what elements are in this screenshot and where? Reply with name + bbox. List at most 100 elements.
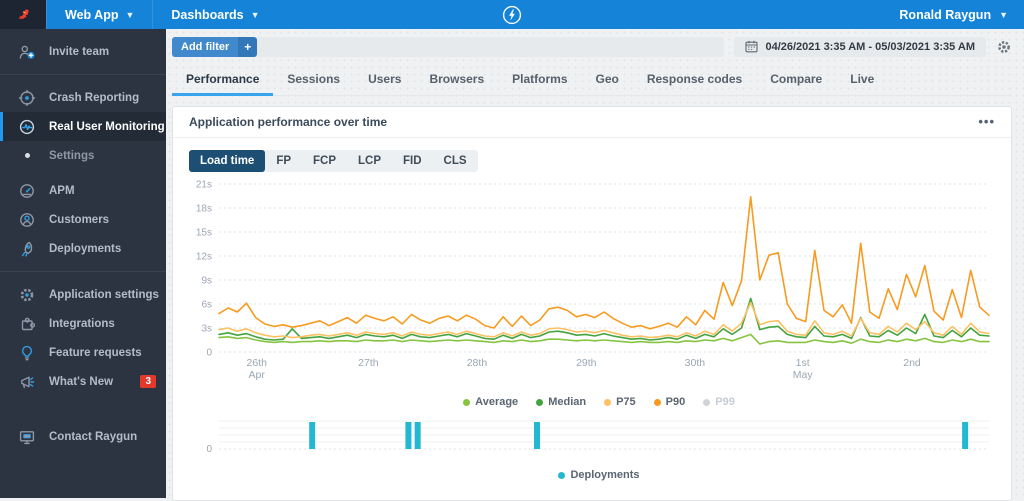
svg-text:30th: 30th xyxy=(685,357,706,369)
sidebar-item-application-settings[interactable]: Application settings xyxy=(0,280,166,309)
crash-reporting-icon xyxy=(18,89,36,107)
sidebar-item-label: Deployments xyxy=(49,243,121,255)
svg-text:2nd: 2nd xyxy=(903,357,921,369)
average-dot xyxy=(463,399,470,406)
median-dot xyxy=(536,399,543,406)
whats-new-badge: 3 xyxy=(140,375,156,388)
svg-text:12s: 12s xyxy=(196,252,212,263)
chart-legend: Average Median P75 P90 P99 xyxy=(187,393,1011,411)
svg-text:21s: 21s xyxy=(196,180,212,191)
main-content: Add filter + 04/26/2021 3:35 AM - 05/03/… xyxy=(166,29,1024,498)
app-switcher[interactable]: Web App ▼ xyxy=(46,0,152,29)
svg-text:6s: 6s xyxy=(201,300,212,311)
contact-icon xyxy=(18,428,36,446)
sidebar-item-label: Invite team xyxy=(49,46,109,58)
legend-deployments[interactable]: Deployments xyxy=(558,469,639,481)
legend-p75[interactable]: P75 xyxy=(604,396,636,408)
user-menu[interactable]: Ronald Raygun ▼ xyxy=(883,8,1024,22)
sidebar-item-deployments[interactable]: Deployments xyxy=(0,234,166,263)
top-bar: Web App ▼ Dashboards ▼ Ronald Raygun ▼ xyxy=(0,0,1024,29)
tab-sessions[interactable]: Sessions xyxy=(273,66,354,96)
bullet-dot xyxy=(18,147,36,165)
legend-median[interactable]: Median xyxy=(536,396,586,408)
raygun-logo[interactable] xyxy=(0,0,46,29)
dashboard-settings-button[interactable] xyxy=(996,39,1012,55)
sidebar-item-feature-requests[interactable]: Feature requests xyxy=(0,338,166,367)
toggle-cls[interactable]: CLS xyxy=(433,150,478,172)
sidebar-item-whats-new[interactable]: What's New 3 xyxy=(0,367,166,396)
line-chart-canvas: 03s6s9s12s15s18s21s26thApr27th28th29th30… xyxy=(187,176,1011,393)
tab-users[interactable]: Users xyxy=(354,66,415,96)
user-name: Ronald Raygun xyxy=(899,8,991,22)
sidebar-item-label: Settings xyxy=(49,150,94,162)
legend-p90[interactable]: P90 xyxy=(654,396,686,408)
sidebar-item-apm[interactable]: APM xyxy=(0,176,166,205)
toggle-fcp[interactable]: FCP xyxy=(302,150,347,172)
legend-average[interactable]: Average xyxy=(463,396,518,408)
deployments-chart-canvas: 0 xyxy=(187,411,1011,466)
date-range-value: 04/26/2021 3:35 AM - 05/03/2021 3:35 AM xyxy=(765,41,975,53)
dashboards-menu[interactable]: Dashboards ▼ xyxy=(152,0,277,29)
filter-bar: Add filter + 04/26/2021 3:35 AM - 05/03/… xyxy=(172,36,1012,57)
apm-gauge-icon xyxy=(18,182,36,200)
sidebar-item-invite-team[interactable]: Invite team xyxy=(0,37,166,66)
sidebar-item-label: Real User Monitoring xyxy=(49,121,165,133)
svg-text:May: May xyxy=(793,369,814,381)
dashboards-menu-label: Dashboards xyxy=(171,8,243,22)
toggle-load-time[interactable]: Load time xyxy=(189,150,265,172)
lightning-button[interactable] xyxy=(502,5,522,25)
deployments-legend: Deployments xyxy=(187,466,1011,484)
sidebar-divider xyxy=(0,271,166,272)
performance-card: Application performance over time ••• Lo… xyxy=(172,106,1012,501)
sidebar-item-label: APM xyxy=(49,185,75,197)
svg-text:Apr: Apr xyxy=(249,369,266,381)
sidebar-item-contact-raygun[interactable]: Contact Raygun xyxy=(0,422,166,451)
tab-response-codes[interactable]: Response codes xyxy=(633,66,756,96)
plus-icon: + xyxy=(238,37,257,57)
real-user-monitoring-icon xyxy=(18,118,36,136)
svg-text:9s: 9s xyxy=(201,276,212,287)
sidebar-item-customers[interactable]: Customers xyxy=(0,205,166,234)
tab-performance[interactable]: Performance xyxy=(172,66,273,96)
p90-dot xyxy=(654,399,661,406)
tab-compare[interactable]: Compare xyxy=(756,66,836,96)
performance-chart: 03s6s9s12s15s18s21s26thApr27th28th29th30… xyxy=(173,176,1011,484)
sidebar-item-label: Integrations xyxy=(49,318,115,330)
sidebar-item-label: Customers xyxy=(49,214,109,226)
date-range-picker[interactable]: 04/26/2021 3:35 AM - 05/03/2021 3:35 AM xyxy=(734,37,986,57)
svg-text:3s: 3s xyxy=(201,324,212,335)
sidebar-item-real-user-monitoring[interactable]: Real User Monitoring xyxy=(0,112,166,141)
svg-text:0: 0 xyxy=(206,444,212,455)
card-menu-icon[interactable]: ••• xyxy=(978,117,995,127)
tab-live[interactable]: Live xyxy=(836,66,888,96)
toggle-fp[interactable]: FP xyxy=(265,150,302,172)
report-tabs: Performance Sessions Users Browsers Plat… xyxy=(172,66,1012,96)
sidebar-item-label: What's New xyxy=(49,376,113,388)
p75-dot xyxy=(604,399,611,406)
card-header: Application performance over time ••• xyxy=(173,107,1011,138)
filter-pill: Add filter + xyxy=(172,37,724,57)
sidebar-item-label: Crash Reporting xyxy=(49,92,139,104)
legend-p99[interactable]: P99 xyxy=(703,396,735,408)
customers-icon xyxy=(18,211,36,229)
sidebar: Invite team Crash Reporting Real User Mo… xyxy=(0,29,166,498)
tab-platforms[interactable]: Platforms xyxy=(498,66,581,96)
sidebar-item-label: Feature requests xyxy=(49,347,142,359)
toggle-lcp[interactable]: LCP xyxy=(347,150,392,172)
svg-text:18s: 18s xyxy=(196,204,212,215)
svg-text:26th: 26th xyxy=(247,357,268,369)
sidebar-divider xyxy=(0,74,166,75)
megaphone-icon xyxy=(18,373,36,391)
metric-toggle-group: Load time FP FCP LCP FID CLS xyxy=(189,150,478,172)
toggle-fid[interactable]: FID xyxy=(392,150,433,172)
add-filter-button[interactable]: Add filter + xyxy=(172,37,257,57)
tab-geo[interactable]: Geo xyxy=(582,66,633,96)
card-title: Application performance over time xyxy=(189,115,387,129)
sidebar-item-settings[interactable]: Settings xyxy=(0,141,166,170)
add-filter-label: Add filter xyxy=(172,37,238,57)
puzzle-icon xyxy=(18,315,36,333)
tab-browsers[interactable]: Browsers xyxy=(415,66,498,96)
sidebar-item-integrations[interactable]: Integrations xyxy=(0,309,166,338)
chevron-down-icon: ▼ xyxy=(251,10,260,20)
sidebar-item-crash-reporting[interactable]: Crash Reporting xyxy=(0,83,166,112)
